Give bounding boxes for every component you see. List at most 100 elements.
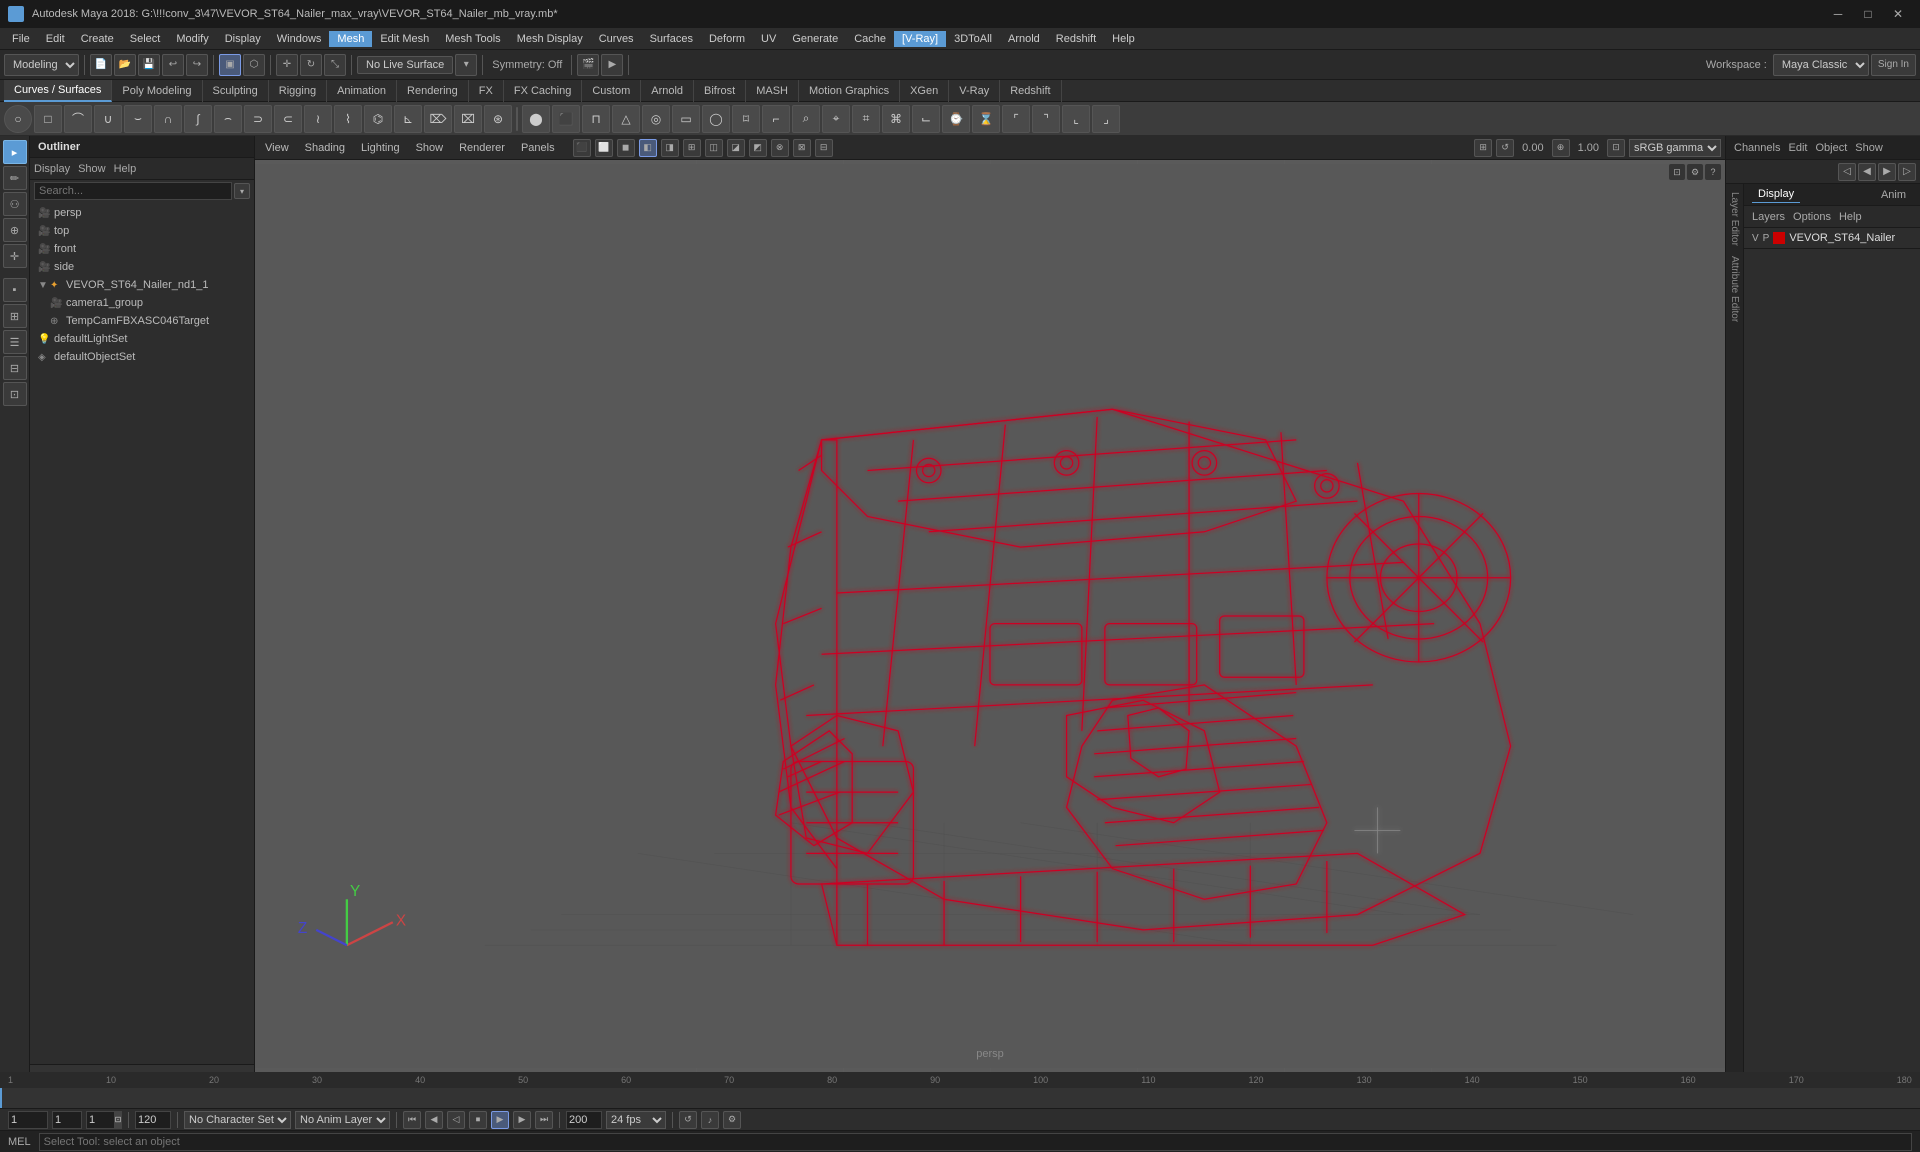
outliner-item-lightset[interactable]: 💡 defaultLightSet: [30, 330, 254, 348]
layer-item[interactable]: V P VEVOR_ST64_Nailer: [1744, 228, 1920, 249]
cb-icon1[interactable]: ◁: [1838, 163, 1856, 181]
viewport-menu-show[interactable]: Show: [410, 142, 450, 154]
shelf-icon-curve22[interactable]: ⌙: [912, 105, 940, 133]
fps-dropdown[interactable]: 24 fps: [606, 1111, 666, 1129]
range-end-input[interactable]: [566, 1111, 602, 1129]
shelf-tab-curves-surfaces[interactable]: Curves / Surfaces: [4, 80, 112, 102]
menu-curves[interactable]: Curves: [591, 31, 642, 47]
menu-edit[interactable]: Edit: [38, 31, 73, 47]
anim-layer-dropdown[interactable]: No Anim Layer: [295, 1111, 390, 1129]
layout-quad[interactable]: ⊞: [3, 304, 27, 328]
anim-tab[interactable]: Anim: [1875, 187, 1912, 203]
menu-create[interactable]: Create: [73, 31, 122, 47]
vp-icon-shadow[interactable]: ◫: [705, 139, 723, 157]
undo-btn[interactable]: ↩: [162, 54, 184, 76]
shelf-tab-sculpting[interactable]: Sculpting: [203, 80, 269, 102]
loop-btn[interactable]: ↺: [679, 1111, 697, 1129]
shelf-tab-xgen[interactable]: XGen: [900, 80, 949, 102]
open-scene-btn[interactable]: 📂: [114, 54, 136, 76]
mode-dropdown[interactable]: Modeling: [4, 54, 79, 76]
settings-btn[interactable]: ⚙: [723, 1111, 741, 1129]
no-live-surface-dropdown[interactable]: ▾: [455, 54, 477, 76]
menu-mesh[interactable]: Mesh: [329, 31, 372, 47]
shelf-icon-curve15[interactable]: ⊛: [484, 105, 512, 133]
outliner-item-front[interactable]: 🎥 front: [30, 240, 254, 258]
new-scene-btn[interactable]: 📄: [90, 54, 112, 76]
timeline-scroll[interactable]: [0, 1088, 1920, 1108]
start-frame-input[interactable]: [8, 1111, 48, 1129]
render-btn[interactable]: ▶: [601, 54, 623, 76]
shelf-icon-cylinder[interactable]: ⊓: [582, 105, 610, 133]
object-nav[interactable]: Object: [1815, 142, 1847, 154]
play-btn[interactable]: ▶: [491, 1111, 509, 1129]
shelf-tab-poly-modeling[interactable]: Poly Modeling: [112, 80, 202, 102]
outliner-item-tempcam[interactable]: ⊕ TempCamFBXASC046Target: [30, 312, 254, 330]
shelf-icon-plane[interactable]: ▭: [672, 105, 700, 133]
outliner-show-menu[interactable]: Show: [78, 163, 106, 175]
menu-uv[interactable]: UV: [753, 31, 784, 47]
scale-tool-btn[interactable]: ⤡: [324, 54, 346, 76]
shelf-icon-circle[interactable]: ○: [4, 105, 32, 133]
menu-arnold[interactable]: Arnold: [1000, 31, 1048, 47]
shelf-icon-curve8[interactable]: ⊂: [274, 105, 302, 133]
shelf-icon-curve25[interactable]: ⌜: [1002, 105, 1030, 133]
stop-btn[interactable]: ⏹: [469, 1111, 487, 1129]
outliner-display-menu[interactable]: Display: [34, 163, 70, 175]
menu-surfaces[interactable]: Surfaces: [642, 31, 701, 47]
display-tab[interactable]: Display: [1752, 186, 1800, 203]
cb-icon4[interactable]: ▷: [1898, 163, 1916, 181]
shelf-icon-curve26[interactable]: ⌝: [1032, 105, 1060, 133]
menu-3dtoall[interactable]: 3DToAll: [946, 31, 1000, 47]
viewport-menu-lighting[interactable]: Lighting: [355, 142, 406, 154]
vp-icon-solid[interactable]: ◼: [617, 139, 635, 157]
shelf-icon-curve13[interactable]: ⌦: [424, 105, 452, 133]
menu-deform[interactable]: Deform: [701, 31, 753, 47]
select-tool[interactable]: ▸: [3, 140, 27, 164]
viewport-menu-renderer[interactable]: Renderer: [453, 142, 511, 154]
shelf-icon-curve19[interactable]: ⌖: [822, 105, 850, 133]
layers-nav[interactable]: Layers: [1752, 211, 1785, 223]
shelf-icon-disk[interactable]: ◯: [702, 105, 730, 133]
shelf-icon-curve27[interactable]: ⌞: [1062, 105, 1090, 133]
outliner-item-group[interactable]: ▼ ✦ VEVOR_ST64_Nailer_nd1_1: [30, 276, 254, 294]
shelf-icon-curve28[interactable]: ⌟: [1092, 105, 1120, 133]
cb-icon2[interactable]: ◀: [1858, 163, 1876, 181]
shelf-icon-curve20[interactable]: ⌗: [852, 105, 880, 133]
channels-nav[interactable]: Channels: [1734, 142, 1780, 154]
mel-input[interactable]: [39, 1133, 1912, 1151]
vp-icon-display[interactable]: ⊞: [683, 139, 701, 157]
outliner-item-camera-group[interactable]: 🎥 camera1_group: [30, 294, 254, 312]
outliner-item-persp[interactable]: 🎥 persp: [30, 204, 254, 222]
shelf-tab-animation[interactable]: Animation: [327, 80, 397, 102]
layout-list2[interactable]: ⊟: [3, 356, 27, 380]
playback-end-input[interactable]: [135, 1111, 171, 1129]
shelf-icon-curve4[interactable]: ∩: [154, 105, 182, 133]
vp-bookmark-btn[interactable]: ⊡: [1669, 164, 1685, 180]
close-button[interactable]: ✕: [1884, 0, 1912, 28]
shelf-icon-curve11[interactable]: ⌬: [364, 105, 392, 133]
edit-nav[interactable]: Edit: [1788, 142, 1807, 154]
vp-settings-btn[interactable]: ⚙: [1687, 164, 1703, 180]
outliner-item-top[interactable]: 🎥 top: [30, 222, 254, 240]
vp-icon-isolate[interactable]: ⊗: [771, 139, 789, 157]
shelf-tab-motion-graphics[interactable]: Motion Graphics: [799, 80, 900, 102]
rotate-tool-btn[interactable]: ↻: [300, 54, 322, 76]
redo-btn[interactable]: ↪: [186, 54, 208, 76]
sign-in-btn[interactable]: Sign In: [1871, 54, 1916, 76]
vp-icon-ao[interactable]: ◪: [727, 139, 745, 157]
menu-select[interactable]: Select: [122, 31, 169, 47]
snap-tool[interactable]: ⊕: [3, 218, 27, 242]
shelf-icon-curve2[interactable]: ∪: [94, 105, 122, 133]
layer-editor-label[interactable]: Layer Editor: [1727, 188, 1742, 250]
help-nav[interactable]: Help: [1839, 211, 1862, 223]
outliner-search-input[interactable]: [34, 182, 232, 200]
shelf-icon-curve3[interactable]: ⌣: [124, 105, 152, 133]
vp-icon-nav4[interactable]: ⊡: [1607, 139, 1625, 157]
vp-help-btn[interactable]: ?: [1705, 164, 1721, 180]
vp-icon-xray[interactable]: ◩: [749, 139, 767, 157]
vp-icon-grid[interactable]: ⊠: [793, 139, 811, 157]
shelf-icon-curve5[interactable]: ∫: [184, 105, 212, 133]
vp-icon-hud[interactable]: ⊟: [815, 139, 833, 157]
vp-icon-camera[interactable]: ⬛: [573, 139, 591, 157]
viewport-menu-view[interactable]: View: [259, 142, 295, 154]
